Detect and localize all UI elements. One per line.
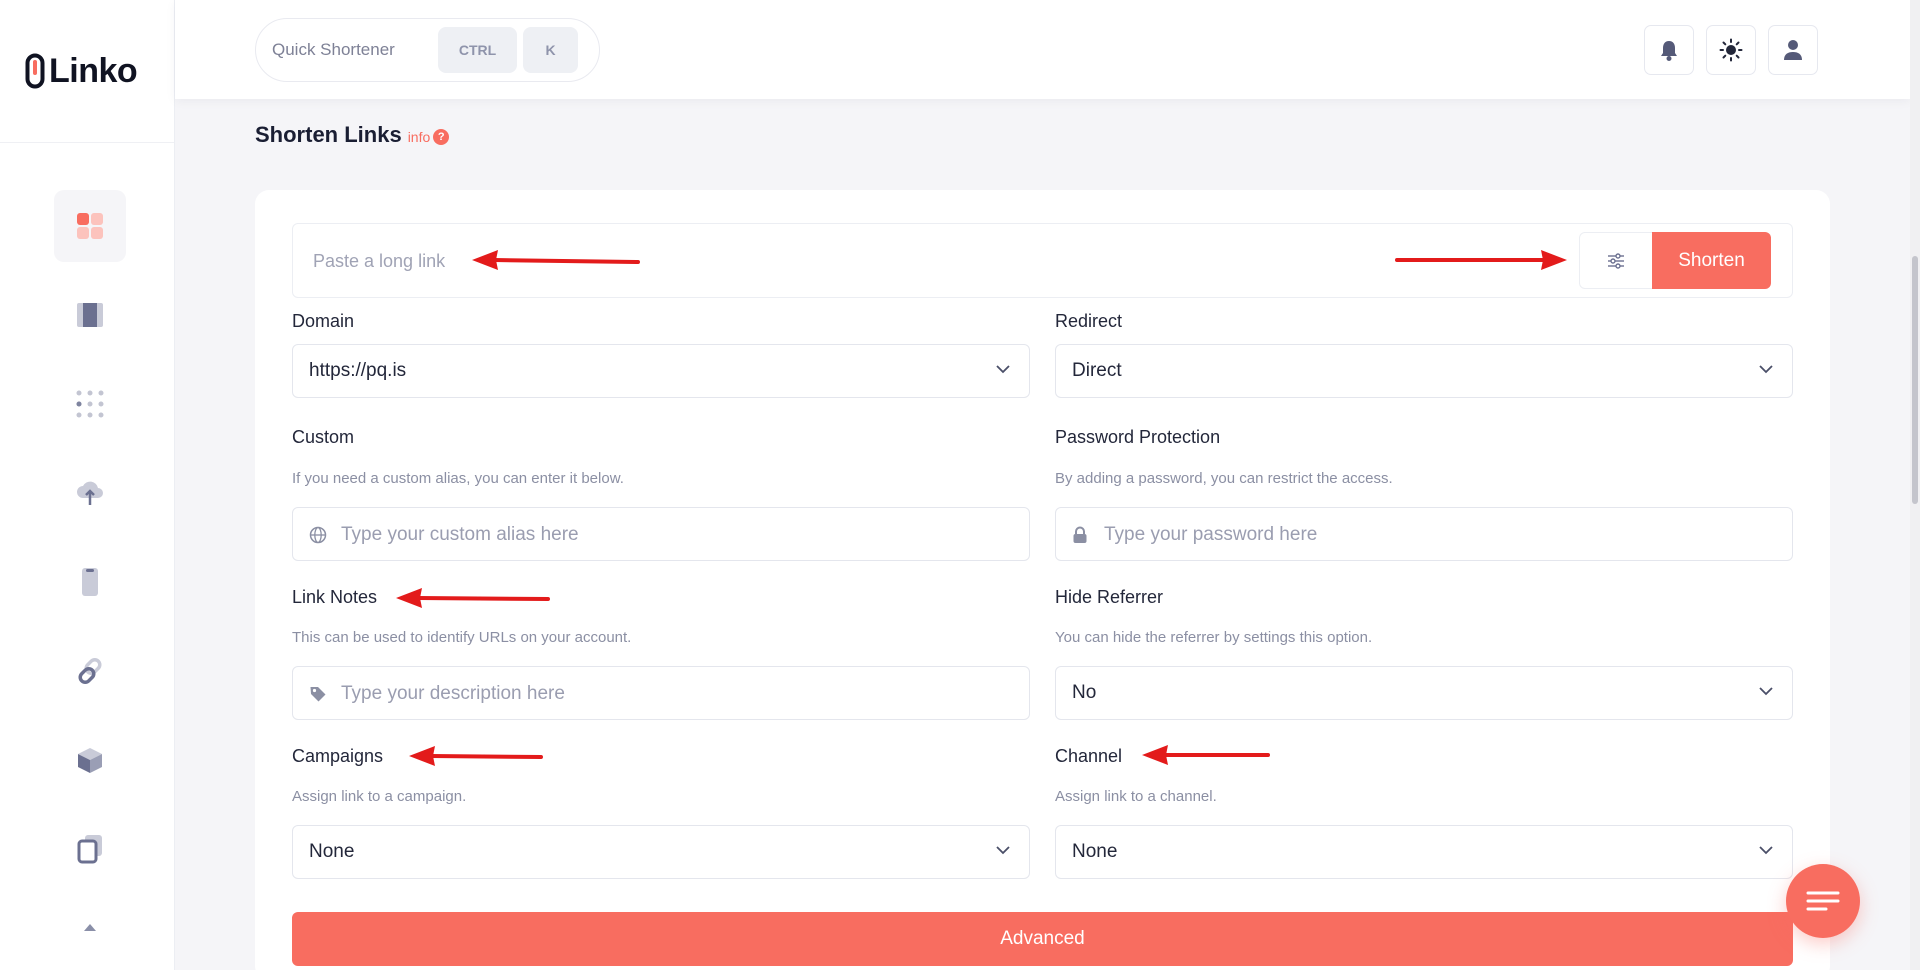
- page-title-area: Shorten Links info ?: [255, 122, 450, 148]
- phone-icon: [82, 568, 98, 596]
- hide-referrer-select[interactable]: No: [1055, 666, 1793, 720]
- book-icon: [77, 303, 103, 327]
- logo-area: Linko: [0, 0, 174, 143]
- globe-icon: [309, 526, 327, 544]
- page-title: Shorten Links: [255, 122, 402, 147]
- sun-icon: [1719, 38, 1743, 62]
- annotation-arrow: [396, 588, 550, 608]
- sidebar-item-links[interactable]: [54, 635, 126, 707]
- sidebar-item-pages[interactable]: [54, 813, 126, 885]
- cube-icon: [78, 748, 102, 773]
- custom-help: If you need a custom alias, you can ente…: [292, 470, 624, 487]
- cloud-upload-icon: [77, 481, 103, 505]
- campaigns-select[interactable]: None: [292, 825, 1030, 879]
- channel-label: Channel: [1055, 746, 1123, 766]
- shorten-button[interactable]: Shorten: [1652, 232, 1771, 289]
- campaigns-value: None: [309, 841, 355, 862]
- page-scrollbar[interactable]: [1910, 0, 1920, 970]
- grid-dots-icon: [76, 390, 104, 418]
- shortcut-ctrl-key: CTRL: [438, 27, 517, 73]
- channel-help: Assign link to a channel.: [1055, 788, 1217, 805]
- notifications-button[interactable]: [1644, 25, 1694, 75]
- link-notes-label: Link Notes: [292, 587, 378, 607]
- chevron-down-icon: [1759, 846, 1773, 855]
- link-notes-help: This can be used to identify URLs on you…: [292, 629, 632, 646]
- logo-icon: [25, 53, 45, 89]
- channel-value: None: [1072, 841, 1118, 862]
- link-options-button[interactable]: [1579, 232, 1653, 289]
- password-label: Password Protection: [1055, 427, 1221, 447]
- theme-toggle-button[interactable]: [1706, 25, 1756, 75]
- link-icon: [78, 657, 102, 685]
- logo[interactable]: Linko: [25, 51, 138, 91]
- sidebar-nav: [0, 190, 175, 902]
- annotation-arrow: [1395, 250, 1567, 270]
- tag-icon: [310, 687, 326, 702]
- long-link-input[interactable]: [313, 242, 1213, 280]
- password-field: [1055, 507, 1793, 561]
- custom-alias-input[interactable]: [341, 518, 1011, 552]
- campaigns-help: Assign link to a campaign.: [292, 788, 467, 805]
- link-notes-field: [292, 666, 1030, 720]
- custom-label: Custom: [292, 427, 355, 447]
- sidebar-item-bio[interactable]: [54, 279, 126, 351]
- sidebar-item-integrations[interactable]: [54, 724, 126, 796]
- password-help: By adding a password, you can restrict t…: [1055, 470, 1393, 487]
- shortcut-k-key: K: [523, 27, 578, 73]
- scrollbar-thumb[interactable]: [1912, 256, 1918, 504]
- user-icon: [1784, 40, 1802, 60]
- domain-value: https://pq.is: [309, 360, 407, 381]
- advanced-button[interactable]: Advanced: [292, 912, 1793, 966]
- hide-referrer-help: You can hide the referrer by settings th…: [1055, 629, 1373, 646]
- campaigns-label: Campaigns: [292, 746, 384, 766]
- channel-select[interactable]: None: [1055, 825, 1793, 879]
- annotation-arrow: [472, 250, 640, 270]
- sidebar-item-dashboard[interactable]: [54, 190, 126, 262]
- info-link[interactable]: info ?: [408, 129, 450, 145]
- password-input[interactable]: [1104, 518, 1774, 552]
- hide-referrer-label: Hide Referrer: [1055, 587, 1164, 607]
- user-menu-button[interactable]: [1768, 25, 1818, 75]
- sliders-icon: [1608, 252, 1624, 269]
- sidebar-item-qr-codes[interactable]: [54, 368, 126, 440]
- chevron-down-icon: [996, 365, 1010, 374]
- redirect-label: Redirect: [1055, 311, 1123, 331]
- chevron-down-icon: [1759, 365, 1773, 374]
- domain-select[interactable]: https://pq.is: [292, 344, 1030, 398]
- annotation-arrow: [1142, 745, 1270, 765]
- redirect-select[interactable]: Direct: [1055, 344, 1793, 398]
- floating-menu-button[interactable]: [1786, 864, 1860, 938]
- quick-shortener[interactable]: Quick Shortener CTRL K: [255, 18, 600, 82]
- sidebar-item-files[interactable]: [54, 457, 126, 529]
- topbar: Quick Shortener CTRL K: [175, 0, 1910, 99]
- lock-icon: [1073, 526, 1087, 543]
- chevron-down-icon: [996, 846, 1010, 855]
- info-icon: ?: [433, 129, 450, 145]
- custom-alias-field: [292, 507, 1030, 561]
- link-notes-input[interactable]: [341, 677, 1011, 711]
- sidebar-item-mobile[interactable]: [54, 546, 126, 618]
- sidebar-scroll-up-icon[interactable]: [84, 924, 96, 931]
- domain-label: Domain: [292, 311, 355, 331]
- redirect-value: Direct: [1072, 360, 1122, 381]
- logo-text: Linko: [49, 51, 138, 90]
- quick-shortener-label: Quick Shortener: [272, 40, 395, 59]
- chevron-down-icon: [1759, 687, 1773, 696]
- info-label: info: [407, 129, 431, 145]
- bell-icon: [1661, 41, 1677, 61]
- annotation-arrow: [409, 746, 543, 766]
- copy-icon: [77, 835, 102, 864]
- dashboard-icon: [77, 213, 103, 239]
- hide-referrer-value: No: [1072, 682, 1097, 703]
- sidebar: Linko: [0, 0, 175, 970]
- menu-lines-icon: [1806, 891, 1840, 911]
